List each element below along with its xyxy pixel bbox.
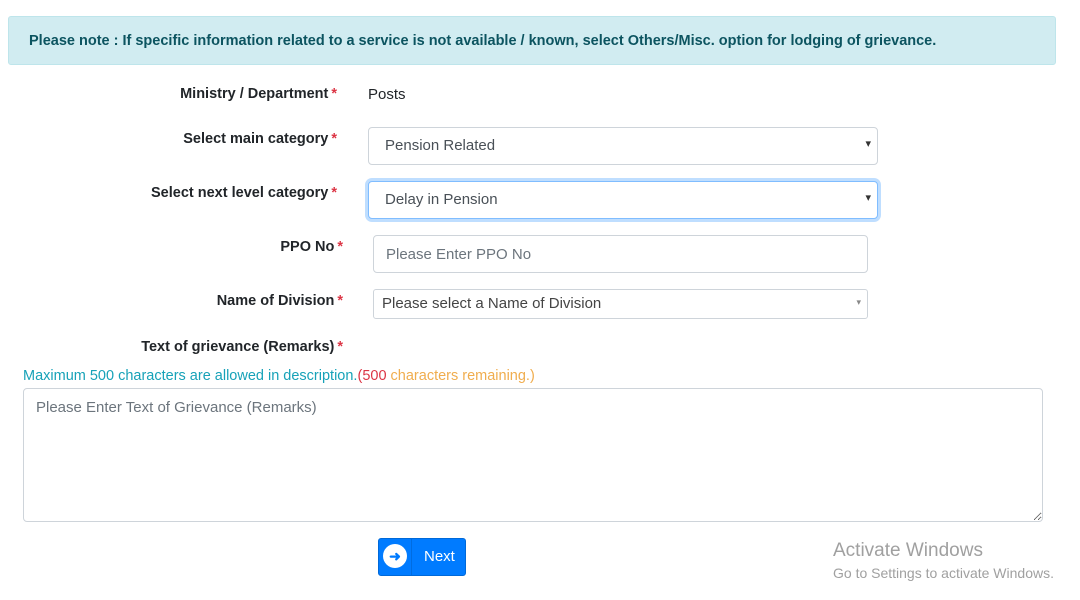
button-divider — [411, 539, 412, 575]
division-select[interactable]: Please select a Name of Division ▾ — [373, 289, 868, 319]
char-remaining-count: 500 — [362, 368, 387, 384]
required-mark: * — [331, 86, 337, 102]
ppo-label-text: PPO No — [280, 239, 335, 255]
ppo-input[interactable] — [373, 235, 868, 273]
ppo-label: PPO No * — [280, 239, 343, 255]
chevron-down-icon: ▾ — [865, 138, 871, 150]
required-mark: * — [337, 239, 343, 255]
next-category-label: Select next level category * — [151, 185, 337, 201]
grievance-label: Text of grievance (Remarks) * — [141, 339, 343, 355]
division-value: Please select a Name of Division — [382, 295, 602, 312]
required-mark: * — [331, 131, 337, 147]
main-category-label-text: Select main category — [183, 131, 329, 147]
watermark-title: Activate Windows — [833, 540, 983, 561]
next-button-label: Next — [424, 548, 455, 565]
ministry-value: Posts — [368, 86, 406, 103]
next-category-value: Delay in Pension — [385, 191, 498, 208]
char-remaining-text: characters remaining.) — [386, 368, 535, 384]
next-category-select[interactable]: Delay in Pension ▾ — [368, 181, 878, 219]
required-mark: * — [337, 293, 343, 309]
grievance-textarea[interactable] — [23, 388, 1043, 522]
ministry-label: Ministry / Department * — [180, 86, 337, 102]
next-category-label-text: Select next level category — [151, 185, 329, 201]
required-mark: * — [331, 185, 337, 201]
arrow-right-circle-icon: ➜ — [383, 544, 407, 568]
division-label: Name of Division * — [217, 293, 343, 309]
char-limit-text: Maximum 500 characters are allowed in de… — [23, 368, 358, 384]
ministry-label-text: Ministry / Department — [180, 86, 329, 102]
char-limit-hint: Maximum 500 characters are allowed in de… — [23, 368, 535, 384]
main-category-select[interactable]: Pension Related ▾ — [368, 127, 878, 165]
main-category-label: Select main category * — [183, 131, 337, 147]
next-button[interactable]: ➜ Next — [378, 538, 466, 576]
required-mark: * — [337, 339, 343, 355]
division-label-text: Name of Division — [216, 293, 335, 309]
main-category-value: Pension Related — [385, 137, 496, 154]
chevron-down-icon: ▾ — [865, 192, 871, 204]
activate-windows-watermark: Activate Windows Go to Settings to activ… — [833, 540, 1054, 581]
chevron-down-icon: ▾ — [856, 297, 861, 307]
watermark-subtitle: Go to Settings to activate Windows. — [833, 565, 1054, 581]
grievance-label-text: Text of grievance (Remarks) — [141, 339, 335, 355]
info-note: Please note : If specific information re… — [8, 16, 1056, 65]
